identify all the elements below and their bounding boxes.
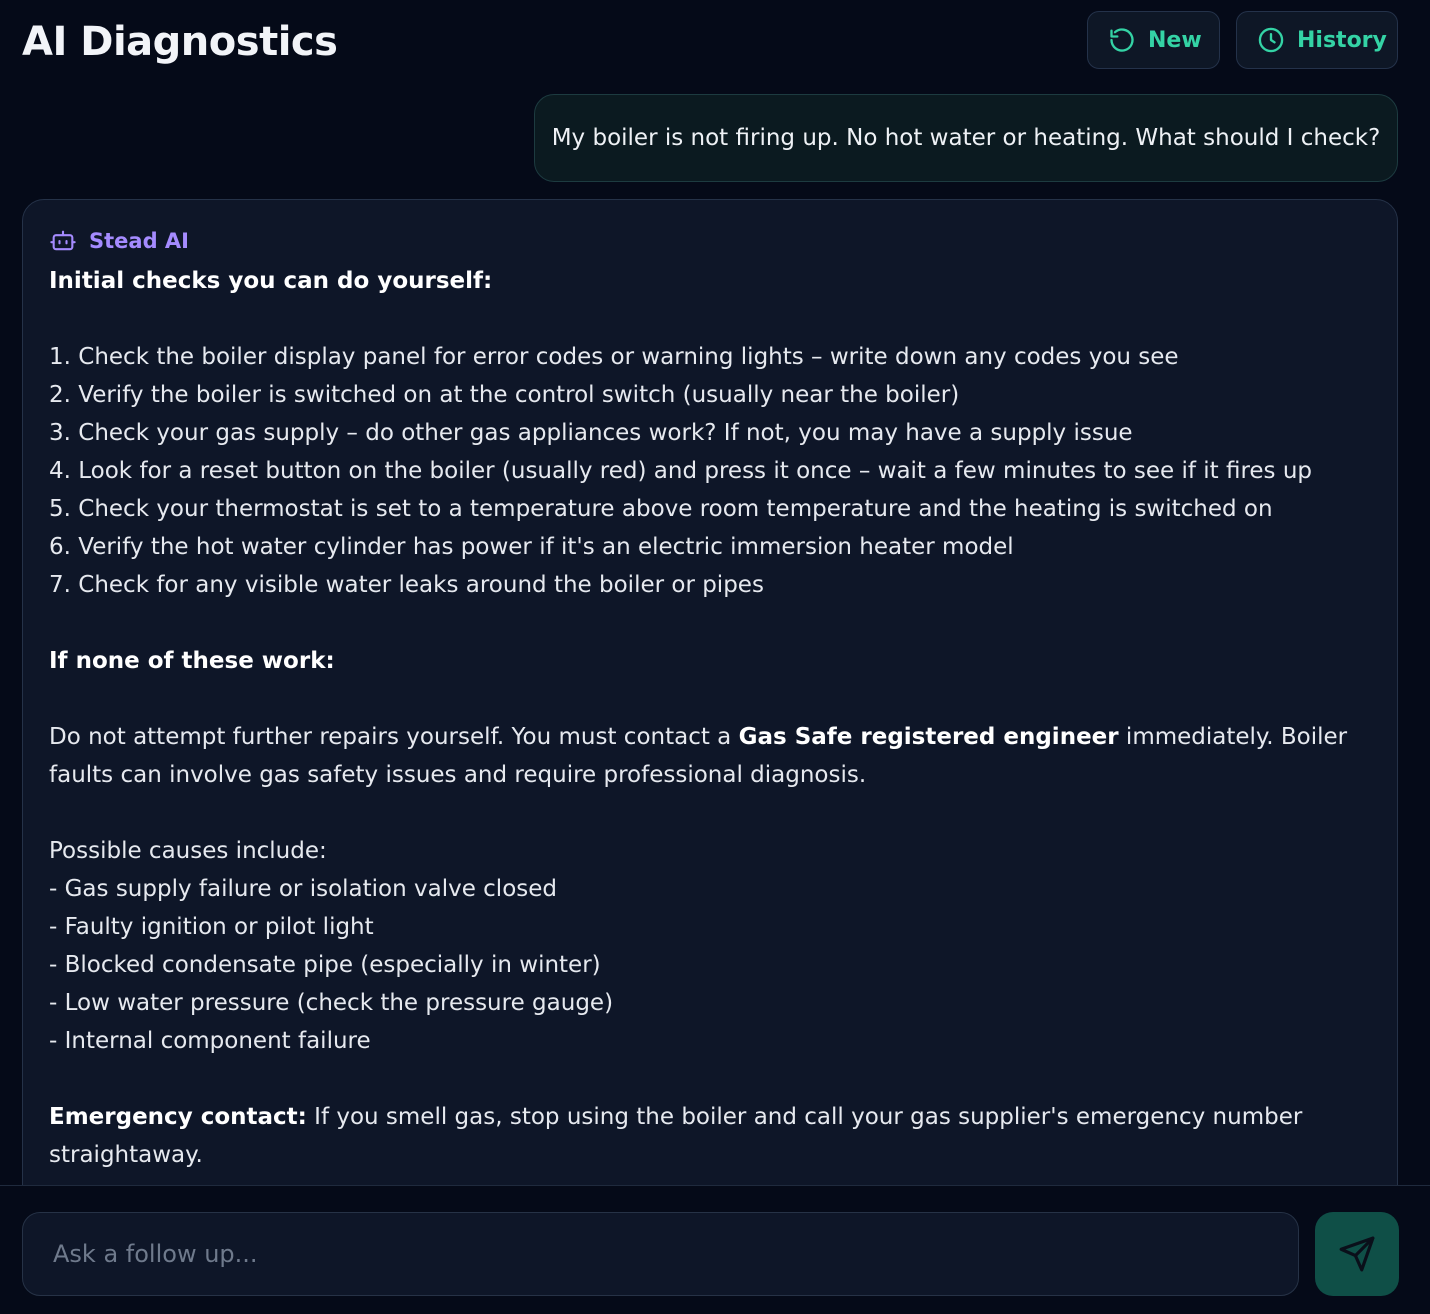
check-item: 5. Check your thermostat is set to a tem… <box>49 496 1273 522</box>
user-message-bubble: My boiler is not firing up. No hot water… <box>534 94 1398 182</box>
check-item: 1. Check the boiler display panel for er… <box>49 344 1179 370</box>
cause-item: - Faulty ignition or pilot light <box>49 914 374 940</box>
response-heading-none-work: If none of these work: <box>49 648 335 674</box>
send-icon <box>1338 1235 1376 1273</box>
history-button[interactable]: History <box>1236 11 1398 69</box>
assistant-name: Stead AI <box>89 229 189 253</box>
cause-item: - Blocked condensate pipe (especially in… <box>49 952 601 978</box>
new-button-label: New <box>1148 27 1202 53</box>
page-title: AI Diagnostics <box>22 19 338 65</box>
cause-item: - Internal component failure <box>49 1028 371 1054</box>
cause-item: - Low water pressure (check the pressure… <box>49 990 614 1016</box>
assistant-message-card: Stead AI Initial checks you can do yours… <box>22 199 1398 1249</box>
new-chat-button[interactable]: New <box>1087 11 1220 69</box>
advice-bold-engineer: Gas Safe registered engineer <box>738 724 1119 750</box>
check-item: 6. Verify the hot water cylinder has pow… <box>49 534 1014 560</box>
clock-icon <box>1257 26 1285 54</box>
response-heading-checks: Initial checks you can do yourself: <box>49 268 493 294</box>
check-item: 2. Verify the boiler is switched on at t… <box>49 382 960 408</box>
assistant-response: Initial checks you can do yourself: 1. C… <box>49 262 1371 1174</box>
history-button-label: History <box>1297 27 1387 53</box>
check-item: 3. Check your gas supply – do other gas … <box>49 420 1133 446</box>
follow-up-input[interactable] <box>22 1212 1299 1296</box>
user-message-text: My boiler is not firing up. No hot water… <box>551 125 1381 151</box>
check-item: 7. Check for any visible water leaks aro… <box>49 572 764 598</box>
app-header: AI Diagnostics New History <box>0 0 1430 86</box>
emergency-paragraph: Emergency contact: If you smell gas, sto… <box>49 1098 1371 1174</box>
check-item: 4. Look for a reset button on the boiler… <box>49 458 1313 484</box>
assistant-label: Stead AI <box>49 226 1371 256</box>
advice-text-start: Do not attempt further repairs yourself.… <box>49 724 739 750</box>
bot-icon <box>49 227 77 255</box>
send-button[interactable] <box>1315 1212 1399 1296</box>
causes-intro: Possible causes include: <box>49 838 327 864</box>
composer-bar <box>0 1185 1430 1314</box>
refresh-icon <box>1108 26 1136 54</box>
emergency-label: Emergency contact: <box>49 1104 307 1130</box>
cause-item: - Gas supply failure or isolation valve … <box>49 876 557 902</box>
advice-paragraph: Do not attempt further repairs yourself.… <box>49 718 1371 794</box>
